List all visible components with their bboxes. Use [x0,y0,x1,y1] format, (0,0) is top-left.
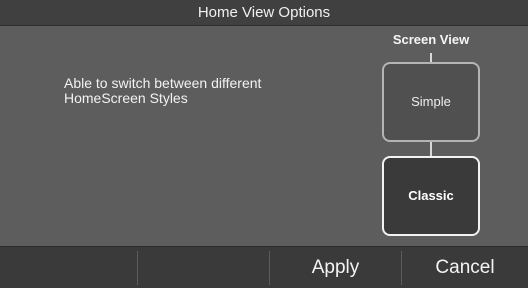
apply-button[interactable]: Apply [270,247,401,288]
description-text: Able to switch between different HomeScr… [64,75,262,106]
bottom-action-bar: Apply Cancel [0,246,528,288]
cancel-button[interactable]: Cancel [402,247,528,288]
title-bar: Home View Options [0,0,528,26]
classic-option-button[interactable]: Classic [382,156,480,236]
connector-line-middle [430,142,432,156]
home-view-options-screen: Home View Options Able to switch between… [0,0,528,288]
page-title: Home View Options [197,4,331,21]
screen-view-label: Screen View [392,32,470,47]
simple-option-button[interactable]: Simple [382,62,480,142]
connector-line-top [430,53,432,62]
empty-softkey-1 [0,247,137,288]
empty-softkey-2 [138,247,269,288]
